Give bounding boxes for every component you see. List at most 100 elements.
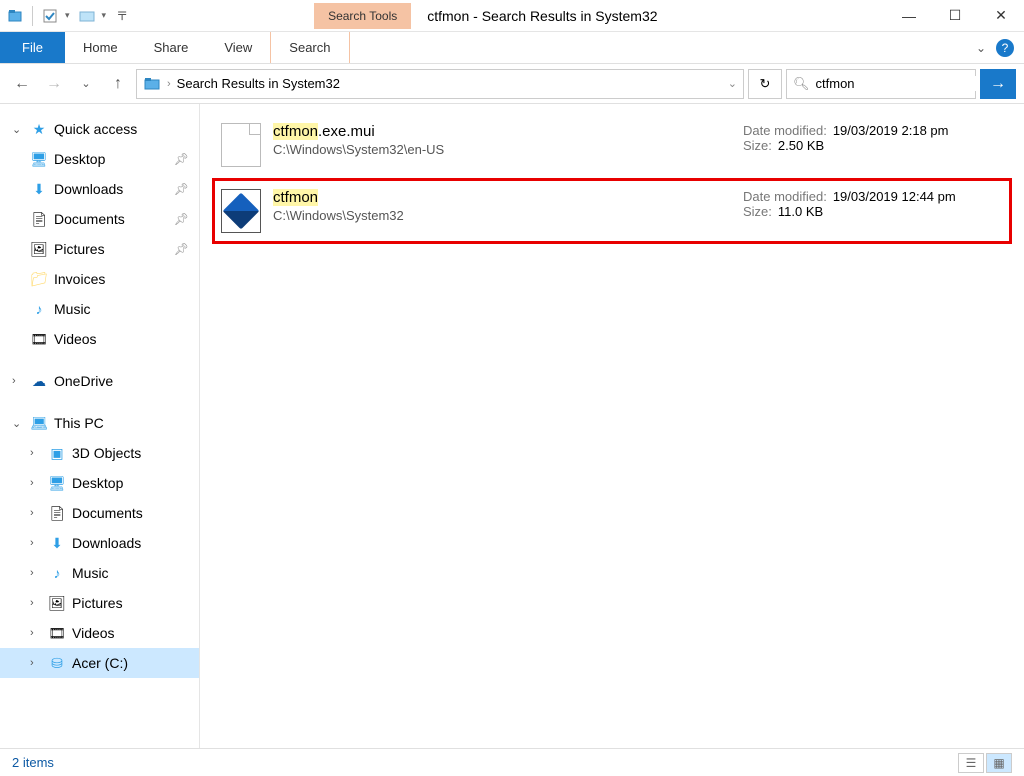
tree-pictures[interactable]: 🖼︎ Pictures 📌︎ xyxy=(0,234,199,264)
tree-label: Documents xyxy=(54,211,125,227)
app-icon xyxy=(6,7,24,25)
tree-onedrive[interactable]: › ☁ OneDrive xyxy=(0,366,199,396)
chevron-right-icon[interactable]: › xyxy=(30,507,42,519)
tree-downloads-pc[interactable]: › ⬇ Downloads xyxy=(0,528,199,558)
ribbon-tabs: File Home Share View Search ⌄ ? xyxy=(0,32,1024,64)
tree-desktop[interactable]: 🖥︎ Desktop 📌︎ xyxy=(0,144,199,174)
folder-icon: 📁︎ xyxy=(30,270,48,288)
tree-label: Music xyxy=(72,565,109,581)
tree-this-pc[interactable]: ⌄ 💻︎ This PC xyxy=(0,408,199,438)
qat-dropdown-icon[interactable]: ▾ xyxy=(65,10,70,21)
tree-videos-pc[interactable]: › 🎞︎ Videos xyxy=(0,618,199,648)
address-history-dropdown[interactable]: ⌄ xyxy=(728,77,737,90)
chevron-right-icon[interactable]: › xyxy=(30,627,42,639)
tree-documents[interactable]: 📄︎ Documents 📌︎ xyxy=(0,204,199,234)
tab-share[interactable]: Share xyxy=(136,32,207,63)
tab-search[interactable]: Search xyxy=(270,32,349,63)
tree-label: Videos xyxy=(72,625,115,641)
meta-date: 19/03/2019 12:44 pm xyxy=(833,189,956,204)
meta-size: 11.0 KB xyxy=(778,204,823,219)
tree-label: This PC xyxy=(54,415,104,431)
chevron-down-icon[interactable]: ⌄ xyxy=(12,417,24,430)
navigation-bar: ← → ⌄ ↑ › Search Results in System32 ⌄ ↻… xyxy=(0,64,1024,104)
file-icon xyxy=(221,123,261,167)
result-meta: Date modified:19/03/2019 2:18 pm Size:2.… xyxy=(743,123,1003,153)
tree-documents-pc[interactable]: › 📄︎ Documents xyxy=(0,498,199,528)
tree-videos[interactable]: 🎞︎ Videos xyxy=(0,324,199,354)
cloud-icon: ☁ xyxy=(30,372,48,390)
meta-date: 19/03/2019 2:18 pm xyxy=(833,123,949,138)
checkbox-icon[interactable] xyxy=(41,7,59,25)
download-icon: ⬇ xyxy=(48,534,66,552)
help-icon[interactable]: ? xyxy=(996,39,1014,57)
chevron-right-icon[interactable]: › xyxy=(30,657,42,669)
drive-icon: ⛁ xyxy=(48,654,66,672)
download-icon: ⬇ xyxy=(30,180,48,198)
tree-label: Acer (C:) xyxy=(72,655,128,671)
chevron-right-icon[interactable]: › xyxy=(30,597,42,609)
forward-button[interactable]: → xyxy=(40,70,68,98)
navigation-pane[interactable]: ⌄ ★ Quick access 🖥︎ Desktop 📌︎ ⬇ Downloa… xyxy=(0,104,200,748)
pc-icon: 💻︎ xyxy=(30,414,48,432)
maximize-button[interactable]: ☐ xyxy=(932,0,978,32)
search-go-button[interactable]: → xyxy=(980,69,1016,99)
qat-dropdown2-icon[interactable]: ▾ xyxy=(102,10,107,21)
music-icon: ♪ xyxy=(30,300,48,318)
document-icon: 📄︎ xyxy=(30,210,48,228)
back-button[interactable]: ← xyxy=(8,70,36,98)
pin-icon: 📌︎ xyxy=(174,182,189,196)
breadcrumb[interactable]: Search Results in System32 xyxy=(177,76,340,91)
document-icon: 📄︎ xyxy=(48,504,66,522)
separator xyxy=(32,6,33,26)
tree-invoices[interactable]: 📁︎ Invoices xyxy=(0,264,199,294)
tab-view[interactable]: View xyxy=(206,32,270,63)
close-button[interactable]: ✕ xyxy=(978,0,1024,32)
file-name: ctfmon.exe.mui xyxy=(273,123,731,140)
chevron-right-icon[interactable]: › xyxy=(12,375,24,387)
tab-file[interactable]: File xyxy=(0,32,65,63)
exe-icon xyxy=(221,189,261,233)
results-list[interactable]: ctfmon.exe.mui C:\Windows\System32\en-US… xyxy=(200,104,1024,748)
chevron-right-icon[interactable]: › xyxy=(30,447,42,459)
ribbon-collapse-icon[interactable]: ⌄ xyxy=(976,41,986,55)
up-button[interactable]: ↑ xyxy=(104,70,132,98)
titlebar: ▾ ▾ 〒 Search Tools ctfmon - Search Resul… xyxy=(0,0,1024,32)
main-area: ⌄ ★ Quick access 🖥︎ Desktop 📌︎ ⬇ Downloa… xyxy=(0,104,1024,748)
desktop-icon: 🖥︎ xyxy=(48,474,66,492)
tree-quick-access[interactable]: ⌄ ★ Quick access xyxy=(0,114,199,144)
chevron-right-icon[interactable]: › xyxy=(30,477,42,489)
recent-dropdown[interactable]: ⌄ xyxy=(72,70,100,98)
file-name-match: ctfmon xyxy=(273,123,318,140)
tree-music-pc[interactable]: › ♪ Music xyxy=(0,558,199,588)
search-box[interactable]: 🔍︎ ✕ xyxy=(786,69,976,99)
minimize-button[interactable]: — xyxy=(886,0,932,32)
chevron-right-icon[interactable]: › xyxy=(30,537,42,549)
tree-label: Desktop xyxy=(72,475,123,491)
tree-3d-objects[interactable]: › ▣ 3D Objects xyxy=(0,438,199,468)
result-meta: Date modified:19/03/2019 12:44 pm Size:1… xyxy=(743,189,1003,219)
details-view-button[interactable]: ☰ xyxy=(958,753,984,773)
tree-desktop-pc[interactable]: › 🖥︎ Desktop xyxy=(0,468,199,498)
tree-label: Downloads xyxy=(72,535,141,551)
result-row-highlighted[interactable]: ctfmon C:\Windows\System32 Date modified… xyxy=(212,178,1012,244)
tree-label: Videos xyxy=(54,331,97,347)
view-toggles: ☰ ▦ xyxy=(958,753,1012,773)
tree-downloads[interactable]: ⬇ Downloads 📌︎ xyxy=(0,174,199,204)
tree-music[interactable]: ♪ Music xyxy=(0,294,199,324)
search-icon: 🔍︎ xyxy=(793,76,810,92)
chevron-down-icon[interactable]: ⌄ xyxy=(12,123,24,136)
tab-home[interactable]: Home xyxy=(65,32,136,63)
folder-qat-icon[interactable] xyxy=(78,7,96,25)
qat-overflow-icon[interactable]: 〒 xyxy=(116,7,128,24)
refresh-button[interactable]: ↻ xyxy=(748,69,782,99)
tree-pictures-pc[interactable]: › 🖼︎ Pictures xyxy=(0,588,199,618)
tiles-view-button[interactable]: ▦ xyxy=(986,753,1012,773)
chevron-right-icon[interactable]: › xyxy=(167,78,171,90)
search-input[interactable] xyxy=(816,76,992,91)
result-row[interactable]: ctfmon.exe.mui C:\Windows\System32\en-US… xyxy=(212,112,1012,178)
pictures-icon: 🖼︎ xyxy=(48,594,66,612)
tree-drive-c[interactable]: › ⛁ Acer (C:) xyxy=(0,648,199,678)
chevron-right-icon[interactable]: › xyxy=(30,567,42,579)
address-bar[interactable]: › Search Results in System32 ⌄ xyxy=(136,69,744,99)
tree-label: Invoices xyxy=(54,271,105,287)
